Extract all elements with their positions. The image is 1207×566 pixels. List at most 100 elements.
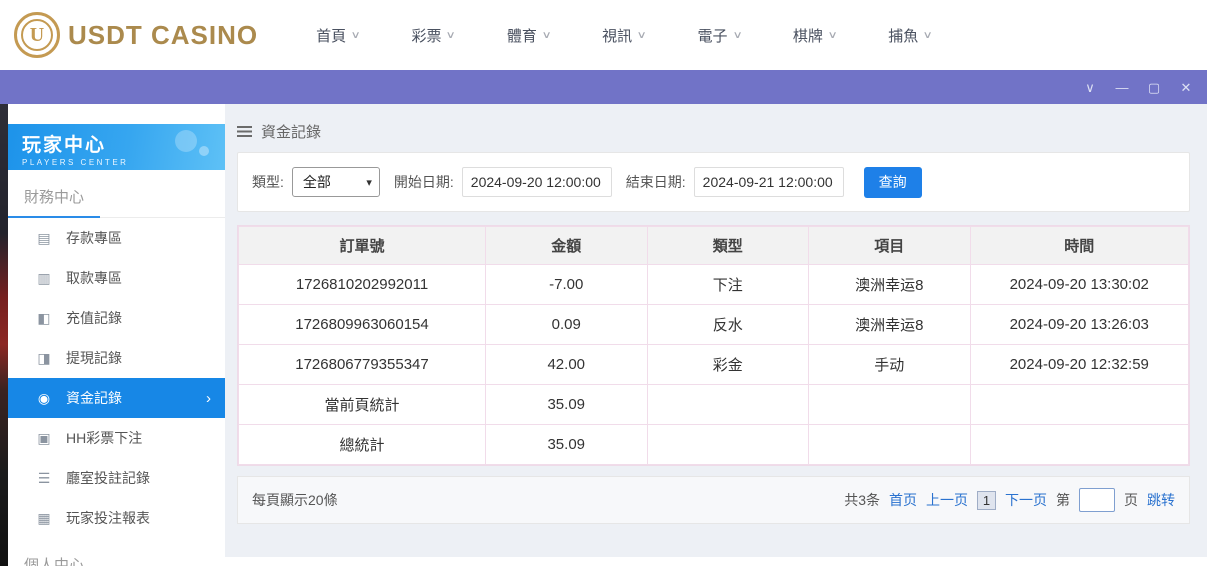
sidebar-item-label: 資金記錄	[66, 388, 122, 408]
logo-icon: U	[14, 12, 60, 58]
table-cell: 1726810202992011	[239, 265, 486, 305]
nav-item-label: 彩票	[411, 25, 441, 46]
sidebar-item-label: 玩家投注報表	[66, 508, 150, 528]
table-row: 1726810202992011-7.00下注澳洲幸运82024-09-20 1…	[239, 265, 1189, 305]
nav-item[interactable]: 電子 ∨	[698, 25, 741, 46]
sidebar-subtitle: PLAYERS CENTER	[22, 158, 225, 167]
logo-text: USDT CASINO	[68, 20, 258, 51]
section-label: 個人中心	[24, 557, 84, 566]
nav-item-label: 捕魚	[888, 25, 918, 46]
sidebar-item[interactable]: ☰ 廳室投註記錄	[8, 458, 225, 498]
nav-item-label: 視訊	[602, 25, 632, 46]
table-cell: 彩金	[647, 345, 809, 385]
sidebar-item[interactable]: ◉資金記錄›	[8, 378, 225, 418]
pagination-bar: 每頁顯示20條 共3条 首页 上一页 1 下一页 第 页 跳转	[237, 476, 1190, 524]
page-size-label: 每頁顯示20條	[252, 490, 338, 510]
column-header: 項目	[809, 227, 971, 265]
current-page[interactable]: 1	[977, 491, 996, 510]
nav-item[interactable]: 首頁 ∨	[316, 25, 359, 46]
sidebar-item[interactable]: ▦ 玩家投注報表	[8, 498, 225, 538]
logo[interactable]: U USDT CASINO	[14, 12, 258, 58]
maximize-icon[interactable]: ▢	[1147, 81, 1161, 94]
window-titlebar: ∨ — ▢ ✕	[0, 70, 1207, 104]
table-cell: 下注	[647, 265, 809, 305]
first-page-link[interactable]: 首页	[889, 490, 917, 510]
nav-item[interactable]: 視訊 ∨	[602, 25, 645, 46]
withdraw-icon: ▥	[36, 270, 52, 287]
close-icon[interactable]: ✕	[1179, 81, 1193, 94]
jump-label-suffix: 页	[1124, 490, 1138, 510]
column-header: 金額	[486, 227, 648, 265]
minimize-icon[interactable]: —	[1115, 81, 1129, 94]
records-table: 訂單號金額類型項目時間 1726810202992011-7.00下注澳洲幸运8…	[237, 225, 1190, 466]
table-cell: 2024-09-20 12:32:59	[970, 345, 1189, 385]
table-cell: 總統計	[239, 425, 486, 465]
table-cell: 0.09	[486, 305, 648, 345]
cashout-record-icon: ◨	[36, 350, 52, 367]
table-cell: 澳洲幸运8	[809, 305, 971, 345]
chevron-down-icon: ∨	[637, 30, 647, 41]
chevron-down-icon: ∨	[732, 30, 742, 41]
table-cell: 35.09	[486, 385, 648, 425]
chevron-down-icon: ▾	[366, 176, 372, 189]
nav-item-label: 體育	[507, 25, 537, 46]
chevron-down-icon: ∨	[541, 30, 551, 41]
nav-item-label: 棋牌	[793, 25, 823, 46]
next-page-link[interactable]: 下一页	[1005, 490, 1047, 510]
sidebar: 玩家中心 PLAYERS CENTER 財務中心 ▤存款專區▥取款專區◧充值記錄…	[8, 104, 225, 566]
funds-record-icon: ◉	[36, 390, 52, 407]
table-cell	[647, 385, 809, 425]
deposit-icon: ▤	[36, 230, 52, 247]
table-cell: 2024-09-20 13:26:03	[970, 305, 1189, 345]
query-button[interactable]: 查詢	[864, 167, 922, 198]
sidebar-item-label: 取款專區	[66, 268, 122, 288]
lottery-bet-icon: ▣	[36, 430, 52, 447]
table-cell: 42.00	[486, 345, 648, 385]
sidebar-item[interactable]: ◧充值記錄	[8, 298, 225, 338]
chevron-down-icon: ∨	[446, 30, 456, 41]
collapse-icon[interactable]: ∨	[1083, 81, 1097, 94]
table-cell: 反水	[647, 305, 809, 345]
sidebar-item-label: 廳室投註記錄	[66, 468, 150, 488]
nav-item[interactable]: 彩票 ∨	[411, 25, 454, 46]
sidebar-item-label: 提現記錄	[66, 348, 122, 368]
end-date-input[interactable]	[694, 167, 844, 197]
background-photo	[0, 104, 8, 566]
table-row: 當前頁統計35.09	[239, 385, 1189, 425]
table-cell: -7.00	[486, 265, 648, 305]
nav-item[interactable]: 捕魚 ∨	[888, 25, 931, 46]
sidebar-item[interactable]: ▣ HH彩票下注	[8, 418, 225, 458]
type-select[interactable]: 全部 ▾	[292, 167, 380, 197]
content-area: 玩家中心 PLAYERS CENTER 財務中心 ▤存款專區▥取款專區◧充值記錄…	[0, 104, 1207, 566]
table-cell: 1726806779355347	[239, 345, 486, 385]
jump-link[interactable]: 跳转	[1147, 490, 1175, 510]
table-cell	[970, 385, 1189, 425]
nav-item[interactable]: 體育 ∨	[507, 25, 550, 46]
start-date-input[interactable]	[462, 167, 612, 197]
main-nav: 首頁 ∨ 彩票 ∨ 體育 ∨ 視訊 ∨ 電子 ∨ 棋牌∨ 捕魚 ∨	[316, 25, 983, 46]
room-bet-record-icon: ☰	[36, 470, 52, 487]
sidebar-item-label: 存款專區	[66, 228, 122, 248]
chevron-down-icon: ∨	[923, 30, 933, 41]
bet-report-icon: ▦	[36, 510, 52, 527]
table-cell: 當前頁統計	[239, 385, 486, 425]
page-title: 資金記錄	[261, 121, 321, 142]
sidebar-item[interactable]: ◨ 提現記錄	[8, 338, 225, 378]
table-cell: 澳洲幸运8	[809, 265, 971, 305]
column-header: 類型	[647, 227, 809, 265]
menu-icon[interactable]	[237, 126, 252, 137]
chevron-down-icon: ∨	[351, 30, 361, 41]
table-row: 17268099630601540.09反水澳洲幸运82024-09-20 13…	[239, 305, 1189, 345]
decor-circle	[199, 146, 209, 156]
nav-item-label: 電子	[698, 25, 728, 46]
sidebar-item-label: HH彩票下注	[66, 428, 142, 448]
nav-item[interactable]: 棋牌∨	[793, 25, 836, 46]
sidebar-item[interactable]: ▤ 存款專區	[8, 218, 225, 258]
table-row: 172680677935534742.00彩金手动2024-09-20 12:3…	[239, 345, 1189, 385]
start-date-label: 開始日期:	[394, 172, 454, 192]
nav-item-label: 首頁	[316, 25, 346, 46]
sidebar-item[interactable]: ▥ 取款專區	[8, 258, 225, 298]
prev-page-link[interactable]: 上一页	[926, 490, 968, 510]
page-jump-input[interactable]	[1079, 488, 1115, 512]
section-personal-center: 個人中心	[8, 538, 225, 566]
